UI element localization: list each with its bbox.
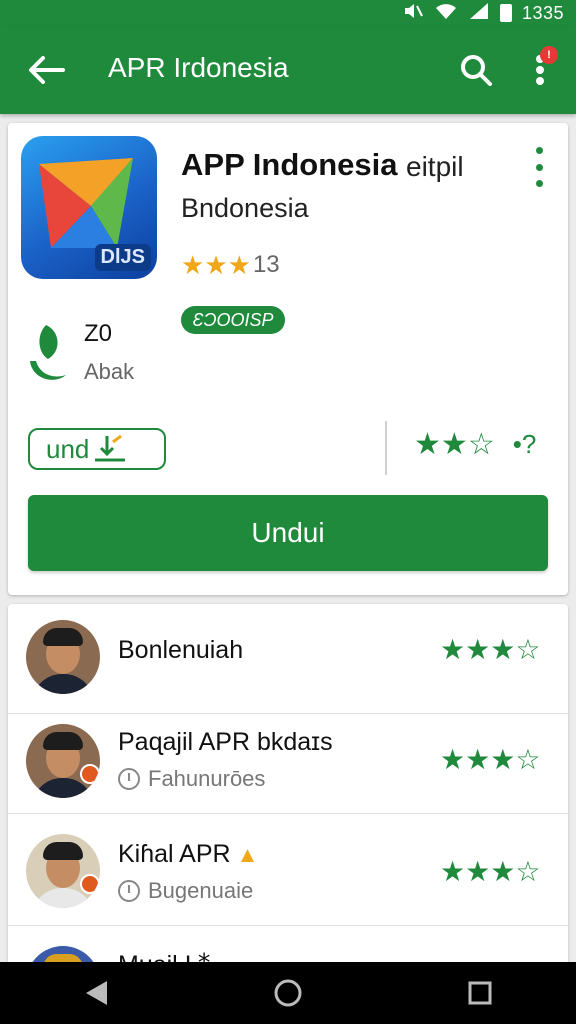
secondary-button[interactable]: und	[28, 428, 166, 470]
arrow-left-icon	[29, 56, 65, 84]
back-button[interactable]	[22, 46, 70, 94]
star-icon: ★	[440, 427, 468, 461]
secondary-button-label: und	[46, 433, 90, 464]
square-recents-icon	[468, 981, 492, 1005]
notification-badge: !	[540, 46, 558, 64]
nav-back-button[interactable]	[66, 968, 126, 1018]
star-icon: ★	[204, 250, 228, 280]
star-outline-icon: ☆	[515, 634, 541, 665]
clock-icon	[118, 768, 140, 790]
review-list: Bonlenuiah ★ ★ ★ ☆ Paɋajil APR bkdaɪs Fa…	[8, 604, 568, 964]
app-icon-badge: DlJS	[94, 244, 151, 271]
list-item[interactable]: Bonlenuiah ★ ★ ★ ☆	[8, 604, 568, 714]
signal-icon	[468, 2, 490, 25]
download-icon	[95, 434, 126, 462]
star-icon: ★	[440, 744, 466, 775]
card-menu-button[interactable]	[524, 147, 554, 187]
system-nav-bar	[0, 962, 576, 1024]
star-icon: ★	[490, 634, 516, 665]
star-icon: ★	[414, 427, 441, 461]
list-item[interactable]: Paɋajil APR bkdaɪs Fahunurōes ★ ★ ★ ☆	[8, 704, 568, 814]
circle-home-icon	[274, 979, 302, 1007]
review-stars: ★ ★ ★ ☆	[440, 858, 540, 886]
menu-dot	[535, 163, 543, 171]
review-stars: ★ ★ ★ ☆	[440, 636, 540, 664]
clock-icon	[118, 880, 140, 902]
app-tag-pill: ƐƆOOISP	[181, 306, 285, 334]
app-name: APP Indonesia	[181, 147, 398, 182]
status-bar: 1335	[0, 0, 576, 26]
review-stars: ★ ★ ★ ☆	[440, 746, 540, 774]
meta-value: Z0	[84, 320, 113, 347]
app-rating: ★ ★ ★ 13	[181, 251, 280, 279]
nav-recents-button[interactable]	[450, 968, 510, 1018]
reviewer-name: Bonlenuiah	[118, 636, 244, 664]
avatar-badge	[80, 874, 100, 894]
avatar	[26, 620, 100, 694]
star-icon: ★	[465, 744, 491, 775]
triangle-back-icon	[86, 981, 107, 1005]
app-name-suffix: eitpil	[406, 151, 464, 182]
star-icon: ★	[465, 856, 491, 887]
leaf-icon	[30, 325, 66, 380]
avatar	[26, 834, 100, 908]
star-icon: ★	[440, 856, 466, 887]
avatar-badge	[80, 764, 100, 784]
rating-count: 13	[252, 251, 280, 278]
star-icon: ★	[490, 744, 516, 775]
review-meta-text: Bugenuaie	[148, 878, 254, 903]
divider	[385, 421, 387, 475]
star-icon: ★	[490, 856, 516, 887]
app-icon[interactable]: DlJS	[21, 136, 157, 279]
star-outline-icon: ☆	[515, 744, 541, 775]
overflow-menu-button[interactable]: !	[520, 46, 560, 94]
nav-home-button[interactable]	[258, 968, 318, 1018]
app-card: DlJS APP Indonesia eitpil Bndonesia ★ ★ …	[8, 123, 568, 595]
search-icon	[461, 55, 492, 86]
star-outline-icon: ☆	[467, 427, 495, 461]
star-icon: ★	[465, 634, 491, 665]
list-item[interactable]: Kiɦal APR ▲ Bugenuaie ★ ★ ★ ☆	[8, 816, 568, 926]
warning-icon: ▲	[236, 842, 259, 867]
search-button[interactable]	[452, 46, 500, 94]
reviewer-name: Paɋajil APR bkdaɪs	[118, 728, 333, 756]
avatar	[26, 724, 100, 798]
app-bar: APR Irdonesia !	[0, 26, 576, 114]
meta-label: Abak	[84, 359, 135, 384]
rating-summary[interactable]: ★ ★ ☆ •?	[414, 429, 536, 460]
star-outline-icon: ☆	[515, 856, 541, 887]
page-title: APR Irdonesia	[108, 52, 289, 83]
review-meta: Bugenuaie	[118, 878, 253, 904]
star-icon: ★	[227, 250, 251, 280]
review-meta-text: Fahunurōes	[148, 766, 266, 791]
status-time: 1335	[521, 2, 564, 23]
mute-icon	[402, 2, 424, 25]
menu-dot	[535, 147, 543, 154]
menu-dot	[535, 180, 543, 187]
battery-icon	[499, 4, 512, 22]
install-button[interactable]: Undui	[28, 495, 548, 571]
star-icon: ★	[440, 634, 466, 665]
review-meta: Fahunurōes	[118, 766, 265, 792]
reviewer-name: Kiɦal APR ▲	[118, 840, 258, 869]
developer-name[interactable]: Bndonesia	[181, 193, 309, 224]
rating-suffix: •?	[512, 429, 537, 459]
reviewer-name-text: Kiɦal APR	[118, 840, 231, 868]
star-icon: ★	[181, 250, 205, 280]
wifi-icon	[434, 2, 458, 25]
list-item[interactable]: Muail I⁂	[8, 928, 568, 964]
